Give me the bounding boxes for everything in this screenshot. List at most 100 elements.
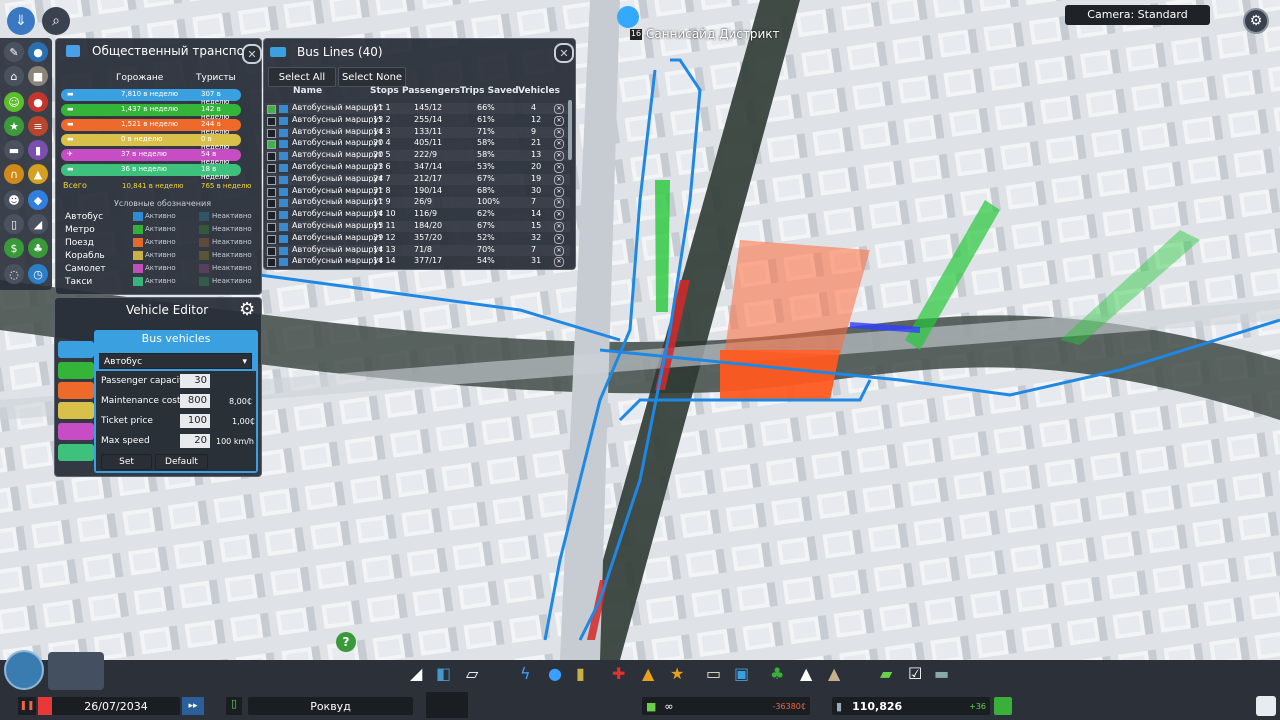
line-checkbox[interactable]: [267, 175, 276, 185]
bus-line-row[interactable]: Автобусный маршрут 2 15 255/14 61% 12 ✕: [265, 115, 570, 126]
bus-line-row[interactable]: Автобусный маршрут 14 14 377/17 54% 31 ✕: [265, 256, 570, 268]
maintenance-cost-input[interactable]: 800: [180, 394, 210, 408]
delete-line-icon[interactable]: ✕: [554, 245, 564, 256]
bus-line-row[interactable]: Автобусный маршрут 5 20 222/9 58% 13 ✕: [265, 150, 570, 162]
line-checkbox[interactable]: [267, 211, 276, 221]
default-button[interactable]: Default: [155, 454, 208, 470]
mode-icon[interactable]: ▬: [934, 664, 949, 683]
disaster-icon[interactable]: ▲: [828, 664, 840, 683]
education-icon[interactable]: ▭: [706, 664, 721, 683]
help-icon[interactable]: ?: [336, 632, 356, 652]
bus-line-row[interactable]: Автобусный маршрут 13 14 71/8 70% 7 ✕: [265, 244, 570, 256]
ticket-price-input[interactable]: 100: [180, 414, 210, 428]
money-bill-icon[interactable]: ▰: [880, 664, 892, 683]
tab-plane[interactable]: [58, 423, 94, 440]
public-transport-icon[interactable]: ▣: [734, 664, 749, 683]
col-name[interactable]: Name: [293, 86, 322, 96]
tab-ship[interactable]: [58, 402, 94, 419]
vehicle-editor-gear-icon[interactable]: ⚙: [239, 300, 259, 320]
delete-line-icon[interactable]: ✕: [554, 151, 564, 162]
speed-button[interactable]: ▸▸: [182, 697, 204, 715]
delete-line-icon[interactable]: ✕: [554, 198, 564, 209]
bus-line-row[interactable]: Автобусный маршрут 4 20 405/11 58% 21 ✕: [265, 138, 570, 150]
parks-icon[interactable]: ♣: [770, 664, 784, 683]
line-checkbox[interactable]: [267, 116, 276, 126]
col-passengers[interactable]: Passengers: [402, 86, 460, 96]
money-icon[interactable]: $: [4, 238, 24, 258]
col-vehicles[interactable]: Vehicles: [518, 86, 560, 96]
fire-icon[interactable]: ●: [28, 92, 48, 112]
brush-icon[interactable]: ✎: [4, 42, 24, 62]
col-stops[interactable]: Stops: [370, 86, 399, 96]
skyline-icon[interactable]: [48, 652, 104, 690]
policies-icon[interactable]: ☑: [908, 664, 922, 683]
bus-line-row[interactable]: Автобусный маршрут 7 24 212/17 67% 19 ✕: [265, 173, 570, 185]
trash-icon[interactable]: ▮: [28, 140, 48, 160]
district-tool-icon[interactable]: ▱: [466, 664, 478, 683]
electricity-icon[interactable]: ϟ: [520, 664, 531, 683]
line-checkbox[interactable]: [267, 105, 276, 114]
delete-line-icon[interactable]: ✕: [554, 139, 564, 150]
city-name[interactable]: Роквуд: [248, 697, 413, 715]
tab-bus[interactable]: [58, 341, 94, 358]
line-checkbox[interactable]: [267, 164, 276, 173]
bus-line-row[interactable]: Автобусный маршрут 10 14 116/9 62% 14 ✕: [265, 209, 570, 221]
delete-line-icon[interactable]: ✕: [554, 163, 564, 173]
garbage-icon[interactable]: ▮: [576, 664, 585, 683]
info-toggle-icon[interactable]: ▯: [226, 697, 242, 715]
tab-taxi[interactable]: [58, 444, 94, 461]
bus-line-row[interactable]: Автобусный маршрут 3 14 133/11 71% 9 ✕: [265, 126, 570, 138]
tower-icon[interactable]: ▯: [4, 214, 24, 234]
info-views-button[interactable]: ⇓: [7, 7, 35, 35]
car-icon[interactable]: ▬: [4, 140, 24, 160]
bus-lines-scrollbar[interactable]: [568, 100, 572, 160]
bus-line-row[interactable]: Автобусный маршрут 1 11 145/12 66% 4 ✕: [265, 103, 570, 114]
zoning-icon[interactable]: ◧: [436, 664, 451, 683]
tab-train[interactable]: [58, 382, 94, 399]
delete-line-icon[interactable]: ✕: [554, 186, 564, 197]
select-all-button[interactable]: Select All: [268, 67, 336, 87]
delete-line-icon[interactable]: ✕: [554, 174, 564, 185]
star-icon[interactable]: ★: [4, 116, 24, 136]
district-name[interactable]: Саннисайд Дистрикт: [646, 27, 780, 41]
box-icon[interactable]: ■: [28, 66, 48, 86]
megaphone-icon[interactable]: ◢: [28, 214, 48, 234]
line-checkbox[interactable]: [267, 199, 276, 209]
transport-diamond-icon[interactable]: ◆: [28, 190, 48, 210]
tree-icon[interactable]: ♣: [28, 238, 48, 258]
bus-line-row[interactable]: Автобусный маршрут 6 23 347/14 53% 20 ✕: [265, 162, 570, 173]
smile-icon[interactable]: ☺: [4, 92, 24, 112]
water-drop-icon[interactable]: ●: [28, 42, 48, 62]
line-checkbox[interactable]: [267, 234, 276, 244]
line-checkbox[interactable]: [267, 152, 276, 162]
delete-line-icon[interactable]: ✕: [554, 222, 564, 232]
water-icon[interactable]: ●: [548, 664, 562, 683]
fence-icon[interactable]: ≡: [28, 116, 48, 136]
delete-line-icon[interactable]: ✕: [554, 104, 564, 114]
tab-metro[interactable]: [58, 362, 94, 379]
pyramid-icon[interactable]: ▲: [28, 164, 48, 184]
bus-line-row[interactable]: Автобусный маршрут 11 15 184/20 67% 15 ✕: [265, 221, 570, 232]
delete-line-icon[interactable]: ✕: [554, 127, 564, 138]
healthcare-icon[interactable]: ✚: [612, 664, 625, 683]
close-icon[interactable]: ✕: [242, 44, 262, 64]
coin-icon[interactable]: ◌: [4, 264, 24, 284]
happiness-icon[interactable]: [994, 697, 1012, 715]
speed-indicator[interactable]: [38, 697, 52, 715]
bus-line-row[interactable]: Автобусный маршрут 8 31 190/14 68% 30 ✕: [265, 186, 570, 197]
police-icon[interactable]: ★: [670, 664, 684, 683]
delete-line-icon[interactable]: ✕: [554, 210, 564, 221]
delete-line-icon[interactable]: ✕: [554, 257, 564, 268]
delete-line-icon[interactable]: ✕: [554, 233, 564, 244]
pause-button[interactable]: ❚❚: [18, 697, 36, 715]
line-checkbox[interactable]: [267, 128, 276, 138]
bus-lines-close-icon[interactable]: ✕: [554, 43, 574, 63]
zoom-button[interactable]: ⌕: [42, 7, 70, 35]
options-gear-icon[interactable]: ⚙: [1243, 8, 1269, 34]
bus-line-row[interactable]: Автобусный маршрут 12 29 357/20 52% 32 ✕: [265, 233, 570, 244]
bus-line-row[interactable]: Автобусный маршрут 9 11 26/9 100% 7 ✕: [265, 197, 570, 209]
line-checkbox[interactable]: [267, 187, 276, 197]
vehicle-select-dropdown[interactable]: Автобус ▾: [99, 353, 252, 369]
chirper-icon[interactable]: [1256, 696, 1276, 716]
line-checkbox[interactable]: [267, 258, 276, 268]
